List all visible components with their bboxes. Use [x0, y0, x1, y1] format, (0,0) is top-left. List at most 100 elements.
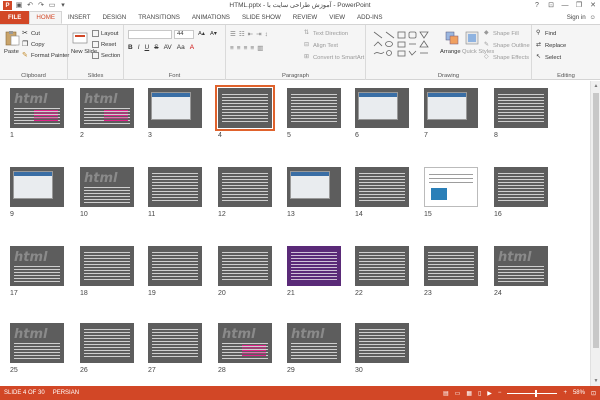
slideshow-view-icon[interactable]: ▶ — [487, 390, 492, 397]
slide-thumbnail[interactable] — [424, 246, 478, 286]
replace-button[interactable]: ⇄ Replace — [536, 42, 566, 49]
powerpoint-app-icon[interactable]: P — [3, 1, 12, 10]
justify-icon[interactable]: ≡ — [250, 45, 254, 52]
slide-thumbnail[interactable]: html — [10, 323, 64, 363]
decrease-indent-icon[interactable]: ⇤ — [248, 30, 253, 38]
shape-effects-button[interactable]: ◇ Shape Effects — [484, 54, 529, 61]
slide-sorter-view[interactable]: html 1 html 2 3 4 5 6 7 8 9 html 10 11 12 13 14 15 16 html 1… — [0, 81, 590, 386]
columns-icon[interactable]: ▥ — [257, 44, 263, 52]
slide-thumbnail[interactable] — [80, 323, 134, 363]
text-direction-button[interactable]: ⇅ Text Direction — [304, 30, 348, 37]
slide-thumbnail[interactable] — [424, 88, 478, 128]
slideshow-start-icon[interactable]: ▭ — [48, 2, 56, 10]
slide-thumbnail[interactable] — [287, 88, 341, 128]
line-spacing-icon[interactable]: ↕ — [265, 31, 268, 38]
slide-thumbnail[interactable] — [218, 246, 272, 286]
strikethrough-icon[interactable]: S — [154, 44, 158, 51]
shrink-font-button[interactable]: A▾ — [210, 31, 217, 37]
reading-view-icon[interactable]: ▯ — [478, 390, 481, 397]
slide-thumbnail[interactable] — [10, 167, 64, 207]
tab-file[interactable]: FILE — [0, 11, 30, 24]
vertical-scrollbar[interactable]: ▲ ▼ — [590, 81, 600, 386]
align-text-button[interactable]: ⊟ Align Text — [304, 42, 338, 49]
shape-fill-button[interactable]: ◆ Shape Fill — [484, 30, 519, 37]
slide-thumbnail[interactable] — [424, 167, 478, 207]
slide-thumbnail[interactable] — [355, 167, 409, 207]
help-icon[interactable]: ? — [530, 0, 544, 11]
slide-thumbnail[interactable] — [218, 167, 272, 207]
slide-thumbnail[interactable] — [215, 85, 275, 131]
close-button[interactable]: ✕ — [586, 0, 600, 11]
select-button[interactable]: ↖ Select — [536, 54, 561, 61]
notes-icon[interactable]: ▤ — [443, 390, 449, 397]
normal-view-icon[interactable]: ▭ — [455, 390, 461, 397]
align-left-icon[interactable]: ≡ — [230, 45, 234, 52]
zoom-slider[interactable] — [507, 389, 558, 397]
redo-icon[interactable]: ↷ — [37, 2, 45, 10]
slide-thumbnail[interactable] — [80, 246, 134, 286]
tab-design[interactable]: DESIGN — [97, 11, 133, 24]
undo-icon[interactable]: ↶ — [26, 2, 34, 10]
save-icon[interactable]: ▣ — [15, 2, 23, 10]
slide-thumbnail[interactable] — [148, 246, 202, 286]
slide-thumbnail[interactable]: html — [10, 246, 64, 286]
tab-home[interactable]: HOME — [29, 11, 62, 24]
font-color-icon[interactable]: A — [190, 44, 194, 51]
increase-indent-icon[interactable]: ⇥ — [256, 30, 261, 38]
slide-thumbnail[interactable] — [355, 323, 409, 363]
tab-insert[interactable]: INSERT — [62, 11, 97, 24]
slide-thumbnail[interactable]: html — [494, 246, 548, 286]
bold-icon[interactable]: B — [128, 44, 133, 51]
arrange-button[interactable]: Arrange — [440, 49, 461, 55]
slide-thumbnail[interactable] — [494, 167, 548, 207]
align-right-icon[interactable]: ≡ — [244, 45, 248, 52]
zoom-in-icon[interactable]: + — [563, 390, 567, 396]
sign-in-link[interactable]: Sign in — [567, 11, 586, 24]
reset-button[interactable]: Reset — [92, 41, 116, 48]
tab-transitions[interactable]: TRANSITIONS — [132, 11, 186, 24]
font-size-combobox[interactable]: 44 — [174, 30, 194, 39]
slide-thumbnail[interactable] — [287, 246, 341, 286]
underline-icon[interactable]: U — [145, 44, 150, 51]
layout-button[interactable]: Layout — [92, 30, 118, 37]
customize-qat-icon[interactable]: ▾ — [59, 2, 67, 10]
slide-thumbnail[interactable]: html — [80, 167, 134, 207]
slide-thumbnail[interactable] — [494, 88, 548, 128]
tab-view[interactable]: VIEW — [323, 11, 351, 24]
find-button[interactable]: ⚲ Find — [536, 30, 556, 37]
zoom-level[interactable]: 58% — [573, 390, 585, 396]
format-painter-button[interactable]: ✎ Format Painter — [22, 52, 69, 59]
shape-outline-button[interactable]: ✎ Shape Outline — [484, 42, 530, 49]
zoom-out-icon[interactable]: − — [498, 390, 502, 396]
tab-review[interactable]: REVIEW — [287, 11, 323, 24]
tab-add-ins[interactable]: ADD-INS — [351, 11, 388, 24]
scrollbar-thumb[interactable] — [593, 93, 599, 348]
slide-thumbnail[interactable] — [287, 167, 341, 207]
zoom-slider-thumb[interactable] — [535, 389, 538, 397]
change-case-icon[interactable]: Aa — [177, 44, 185, 51]
minimize-button[interactable]: — — [558, 0, 572, 11]
slide-thumbnail[interactable] — [148, 167, 202, 207]
paste-button[interactable]: Paste — [4, 49, 19, 55]
slide-thumbnail[interactable]: html — [80, 88, 134, 128]
slide-thumbnail[interactable] — [148, 323, 202, 363]
convert-smartart-button[interactable]: ⊞ Convert to SmartArt — [304, 54, 364, 61]
fit-to-window-icon[interactable]: ⊡ — [591, 390, 596, 397]
cut-button[interactable]: ✂ Cut — [22, 30, 40, 37]
numbering-icon[interactable]: ☷ — [239, 30, 245, 38]
slide-thumbnail[interactable]: html — [287, 323, 341, 363]
ribbon-display-icon[interactable]: ⊡ — [544, 0, 558, 11]
align-center-icon[interactable]: ≡ — [237, 45, 241, 52]
language-indicator[interactable]: PERSIAN — [53, 390, 79, 396]
scroll-up-icon[interactable]: ▲ — [592, 82, 600, 90]
slide-thumbnail[interactable]: html — [218, 323, 272, 363]
tab-animations[interactable]: ANIMATIONS — [186, 11, 236, 24]
grow-font-button[interactable]: A▴ — [198, 31, 205, 37]
shapes-gallery[interactable] — [372, 30, 436, 58]
section-button[interactable]: Section — [92, 52, 120, 59]
slide-thumbnail[interactable] — [355, 88, 409, 128]
slide-sorter-view-icon[interactable]: ▦ — [466, 390, 472, 397]
scroll-down-icon[interactable]: ▼ — [592, 377, 600, 385]
italic-icon[interactable]: I — [138, 44, 140, 51]
bullets-icon[interactable]: ☰ — [230, 30, 236, 38]
